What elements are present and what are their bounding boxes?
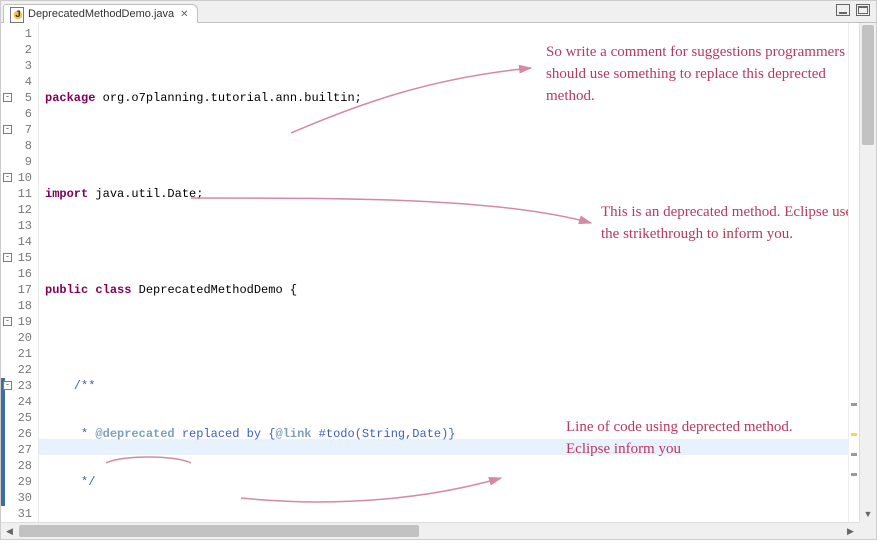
overview-ruler[interactable] — [848, 23, 859, 522]
fold-icon[interactable]: - — [3, 173, 12, 182]
scroll-right-icon[interactable]: ▶ — [842, 523, 859, 539]
horizontal-scrollbar[interactable]: ◀ ▶ — [1, 522, 859, 539]
fold-icon[interactable]: - — [3, 317, 12, 326]
tab-toolbar — [836, 4, 870, 16]
scrollbar-corner — [859, 522, 876, 539]
minimize-icon[interactable] — [836, 4, 850, 16]
line-number-gutter: 1234 5- 6 7- 89 10- 11121314 15- 161718 … — [1, 23, 39, 539]
maximize-icon[interactable] — [856, 4, 870, 16]
fold-icon[interactable]: - — [3, 381, 12, 390]
scroll-left-icon[interactable]: ◀ — [1, 523, 18, 539]
scrollbar-thumb[interactable] — [19, 525, 419, 537]
java-file-icon — [10, 7, 24, 21]
vertical-scrollbar[interactable]: ▲ ▼ — [859, 23, 876, 522]
fold-icon[interactable]: - — [3, 93, 12, 102]
close-icon[interactable]: ✕ — [178, 9, 190, 20]
tab-filename: DeprecatedMethodDemo.java — [28, 8, 174, 20]
fold-icon[interactable]: - — [3, 125, 12, 134]
code-area[interactable]: package org.o7planning.tutorial.ann.buil… — [39, 23, 876, 539]
fold-icon[interactable]: - — [3, 253, 12, 262]
scroll-down-icon[interactable]: ▼ — [860, 505, 876, 522]
scrollbar-thumb[interactable] — [862, 25, 874, 145]
editor-tab[interactable]: DeprecatedMethodDemo.java ✕ — [3, 4, 198, 23]
editor-tabbar: DeprecatedMethodDemo.java ✕ — [1, 1, 876, 23]
code-editor[interactable]: 1234 5- 6 7- 89 10- 11121314 15- 161718 … — [1, 23, 876, 539]
